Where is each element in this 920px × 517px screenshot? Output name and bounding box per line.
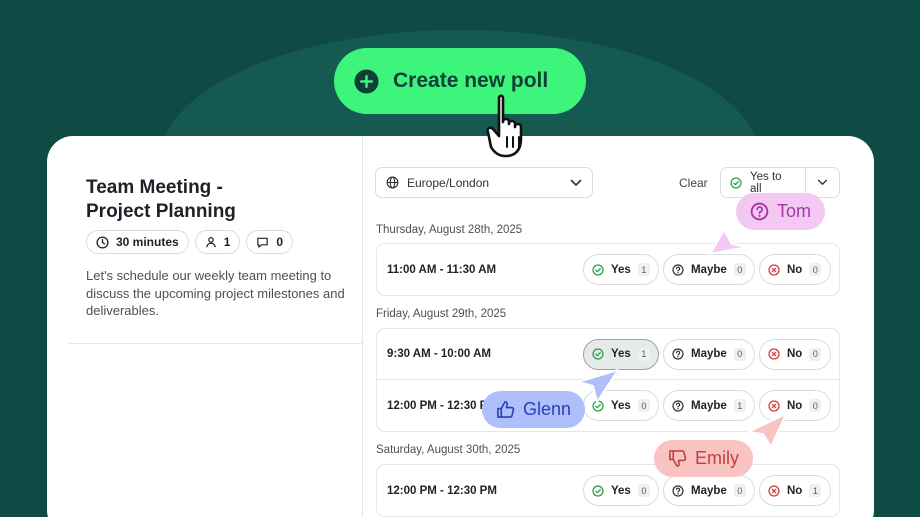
day-group: 12:00 PM - 12:30 PM Yes 0 Maybe 0 No 1 [376,464,840,517]
clock-icon [96,235,109,249]
check-circle-icon [592,484,604,497]
participants-pill: 1 [194,230,241,254]
vote-label: Yes [611,484,631,497]
vote-no-button[interactable]: No 0 [759,338,831,370]
vote-maybe-button[interactable]: Maybe 0 [663,254,755,285]
comment-icon [256,236,269,249]
question-circle-icon [672,348,684,360]
plus-circle-icon [354,68,379,94]
vote-maybe-button[interactable]: Maybe 0 [663,338,755,370]
participants-count: 1 [223,235,231,249]
vote-count: 1 [637,263,650,276]
vote-no-button[interactable]: No 0 [759,254,831,285]
duration-text: 30 minutes [116,235,179,249]
vote-count: 1 [809,484,822,497]
timezone-value: Europe/London [407,175,490,190]
check-circle-icon [592,263,604,276]
participant-name: Tom [777,201,812,221]
vote-maybe-button[interactable]: Maybe 0 [663,475,755,506]
globe-icon [386,176,399,189]
participant-name: Emily [695,448,739,468]
question-circle-icon [672,263,684,276]
chevron-down-icon [817,179,828,186]
event-details-panel: Team Meeting - Project Planning 30 minut… [47,136,363,517]
vote-count: 0 [809,399,822,412]
vote-label: Maybe [691,263,727,276]
vote-yes-button[interactable]: Yes 1 [583,254,659,285]
comments-pill: 0 [246,230,294,254]
vote-label: Maybe [691,399,727,412]
day-label: Saturday, August 30th, 2025 [376,444,521,456]
time-slot-row: 12:00 PM - 12:30 PM Yes 0 Maybe 0 No 1 [377,465,839,516]
vote-count: 0 [809,347,822,361]
vote-count: 1 [637,347,650,361]
vote-yes-button[interactable]: Yes 0 [583,475,659,506]
thumbs-down-icon [668,449,687,468]
vote-label: Maybe [691,348,727,360]
vote-label: No [787,348,803,360]
vote-maybe-button[interactable]: Maybe 1 [663,390,755,421]
vote-yes-button[interactable]: Yes 1 [583,338,659,370]
vote-count: 0 [733,263,746,276]
participant-tag-glenn: Glenn [482,391,586,428]
participant-tag-tom: Tom [736,193,826,230]
participant-tag-emily: Emily [654,440,753,477]
clear-button[interactable]: Clear [679,176,708,190]
slot-time: 9:30 AM - 10:00 AM [387,348,491,360]
event-meta: 30 minutes 1 0 [86,230,294,254]
slot-time: 12:00 PM - 12:30 PM [387,484,497,497]
vote-label: Yes [611,263,631,276]
divider [69,343,363,344]
vote-count: 0 [733,347,746,361]
x-circle-icon [768,263,780,276]
yes-to-all-label: Yes to all [750,170,782,195]
day-label: Friday, August 29th, 2025 [376,308,507,320]
user-icon [205,236,217,248]
day-label: Thursday, August 28th, 2025 [376,224,523,236]
comments-count: 0 [276,235,284,249]
vote-label: Yes [611,348,631,360]
x-circle-icon [768,484,780,497]
x-circle-icon [768,348,780,360]
thumbs-up-icon [496,400,515,419]
create-poll-label: Create new poll [393,69,549,92]
timezone-select[interactable]: Europe/London [375,167,593,198]
vote-count: 0 [637,399,650,412]
event-description: Let's schedule our weekly team meeting t… [86,268,345,318]
vote-count: 0 [637,484,650,497]
vote-no-button[interactable]: No 1 [759,475,831,506]
duration-pill: 30 minutes [86,230,189,254]
vote-count: 0 [733,484,746,497]
day-group: 11:00 AM - 11:30 AM Yes 1 Maybe 0 No 0 [376,243,840,296]
create-poll-button[interactable]: Create new poll [334,48,586,114]
vote-label: No [787,484,803,497]
yes-to-all-dropdown[interactable] [806,179,839,186]
time-slot-row: 11:00 AM - 11:30 AM Yes 1 Maybe 0 No 0 [377,244,839,295]
question-circle-icon [750,202,769,221]
tom-cursor-icon [706,226,750,258]
chevron-down-icon [570,179,582,187]
check-circle-icon [730,176,742,189]
event-title: Team Meeting - Project Planning [86,177,236,222]
slot-time: 11:00 AM - 11:30 AM [387,263,497,276]
question-circle-icon [672,399,684,412]
emily-cursor-icon [744,410,790,450]
vote-label: Maybe [691,484,727,497]
question-circle-icon [672,484,684,497]
hand-pointer-icon [486,92,544,160]
check-circle-icon [592,348,604,360]
vote-label: No [787,263,803,276]
participant-name: Glenn [523,399,572,419]
vote-count: 0 [809,263,822,276]
